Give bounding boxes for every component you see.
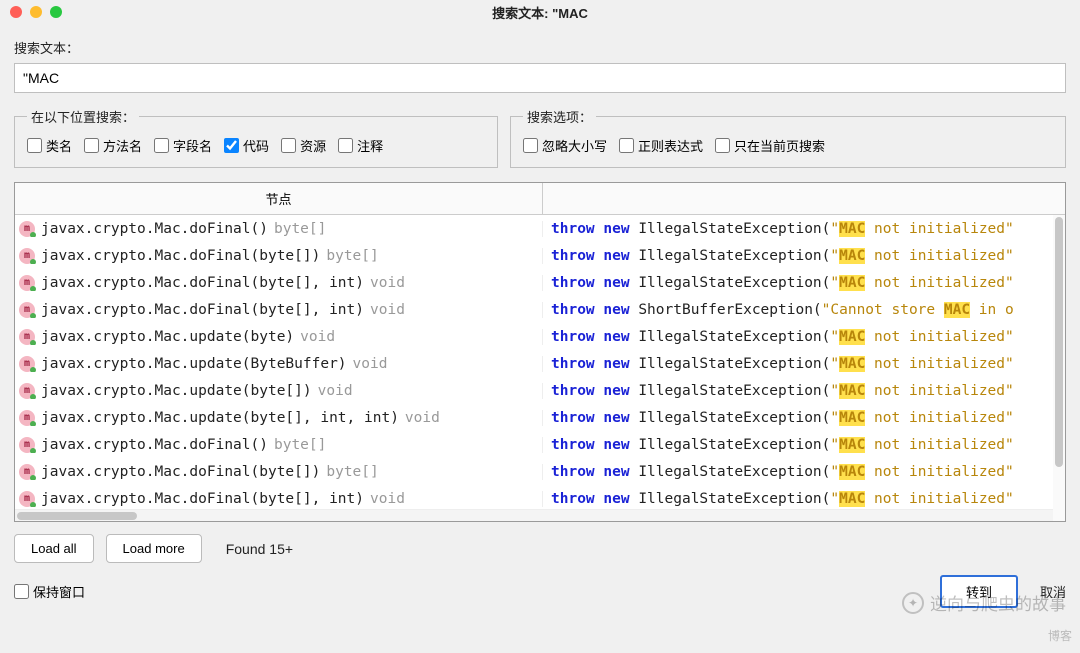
method-icon: m (19, 356, 35, 372)
method-icon: m (19, 383, 35, 399)
scope-checkbox[interactable]: 资源 (281, 136, 326, 155)
goto-button[interactable]: 转到 (940, 575, 1018, 608)
table-row[interactable]: m javax.crypto.Mac.doFinal() byte[] throw … (15, 431, 1065, 458)
code-snippet: throw new IllegalStateException("MAC not… (543, 248, 1065, 264)
method-icon: m (19, 410, 35, 426)
scope-checkbox[interactable]: 字段名 (154, 136, 212, 155)
horizontal-scrollbar[interactable] (15, 509, 1053, 521)
scope-legend: 在以下位置搜索： (27, 107, 139, 126)
return-type: byte[] (326, 248, 378, 264)
scope-checkbox[interactable]: 注释 (338, 136, 383, 155)
titlebar: 搜索文本: "MAC (0, 0, 1080, 24)
code-snippet: throw new IllegalStateException("MAC not… (543, 383, 1065, 399)
return-type: void (370, 491, 405, 507)
option-checkbox[interactable]: 只在当前页搜索 (715, 136, 825, 155)
method-signature: javax.crypto.Mac.doFinal(byte[], int) (41, 491, 364, 507)
return-type: void (370, 302, 405, 318)
method-icon: m (19, 248, 35, 264)
table-row[interactable]: m javax.crypto.Mac.update(byte[]) void thr… (15, 377, 1065, 404)
method-signature: javax.crypto.Mac.update(byte) (41, 329, 294, 345)
scope-checkbox[interactable]: 类名 (27, 136, 72, 155)
table-row[interactable]: m javax.crypto.Mac.doFinal(byte[], int) v… (15, 485, 1065, 512)
code-snippet: throw new IllegalStateException("MAC not… (543, 464, 1065, 480)
table-row[interactable]: m javax.crypto.Mac.update(byte[], int, in… (15, 404, 1065, 431)
method-signature: javax.crypto.Mac.doFinal(byte[]) (41, 464, 320, 480)
table-row[interactable]: m javax.crypto.Mac.update(ByteBuffer) voi… (15, 350, 1065, 377)
table-row[interactable]: m javax.crypto.Mac.doFinal(byte[]) byte[]… (15, 458, 1065, 485)
code-snippet: throw new IllegalStateException("MAC not… (543, 356, 1065, 372)
code-snippet: throw new IllegalStateException("MAC not… (543, 437, 1065, 453)
column-header-code[interactable] (543, 183, 1065, 214)
window-controls (10, 6, 62, 18)
return-type: void (370, 275, 405, 291)
code-snippet: throw new ShortBufferException("Cannot s… (543, 302, 1065, 318)
scope-checkbox[interactable]: 方法名 (84, 136, 142, 155)
code-snippet: throw new IllegalStateException("MAC not… (543, 410, 1065, 426)
method-signature: javax.crypto.Mac.doFinal() (41, 437, 268, 453)
code-snippet: throw new IllegalStateException("MAC not… (543, 329, 1065, 345)
maximize-icon[interactable] (50, 6, 62, 18)
search-text-label: 搜索文本： (14, 38, 1066, 57)
option-checkbox[interactable]: 正则表达式 (619, 136, 703, 155)
method-icon: m (19, 464, 35, 480)
return-type: void (318, 383, 353, 399)
table-row[interactable]: m javax.crypto.Mac.doFinal() byte[] throw … (15, 215, 1065, 242)
return-type: byte[] (326, 464, 378, 480)
method-icon: m (19, 491, 35, 507)
results-footer: Load all Load more Found 15+ (0, 522, 1080, 575)
column-header-node[interactable]: 节点 (15, 183, 543, 214)
table-row[interactable]: m javax.crypto.Mac.doFinal(byte[], int) v… (15, 269, 1065, 296)
scope-checkbox[interactable]: 代码 (224, 136, 269, 155)
code-snippet: throw new IllegalStateException("MAC not… (543, 275, 1065, 291)
method-signature: javax.crypto.Mac.doFinal(byte[], int) (41, 302, 364, 318)
window-title: 搜索文本: "MAC (8, 3, 1072, 22)
method-signature: javax.crypto.Mac.update(byte[]) (41, 383, 312, 399)
method-icon: m (19, 329, 35, 345)
method-icon: m (19, 221, 35, 237)
load-more-button[interactable]: Load more (106, 534, 202, 563)
vertical-scrollbar[interactable] (1053, 215, 1065, 521)
code-snippet: throw new IllegalStateException("MAC not… (543, 491, 1065, 507)
table-row[interactable]: m javax.crypto.Mac.update(byte) void throw… (15, 323, 1065, 350)
option-checkbox[interactable]: 忽略大小写 (523, 136, 607, 155)
method-signature: javax.crypto.Mac.update(byte[], int, int… (41, 410, 399, 426)
search-input[interactable] (14, 63, 1066, 93)
return-type: byte[] (274, 437, 326, 453)
blog-watermark: 博客 (1048, 627, 1072, 644)
method-icon: m (19, 275, 35, 291)
table-row[interactable]: m javax.crypto.Mac.doFinal(byte[]) byte[]… (15, 242, 1065, 269)
method-signature: javax.crypto.Mac.update(ByteBuffer) (41, 356, 347, 372)
cancel-button[interactable]: 取消 (1040, 582, 1066, 601)
table-row[interactable]: m javax.crypto.Mac.doFinal(byte[], int) v… (15, 296, 1065, 323)
method-icon: m (19, 302, 35, 318)
keep-window-checkbox[interactable]: 保持窗口 (14, 582, 85, 601)
results-table: 节点 m javax.crypto.Mac.doFinal() byte[] thr… (14, 182, 1066, 522)
search-scope-group: 在以下位置搜索： 类名方法名字段名代码资源注释 (14, 107, 498, 168)
return-type: void (300, 329, 335, 345)
results-header: 节点 (15, 183, 1065, 215)
return-type: void (405, 410, 440, 426)
return-type: void (353, 356, 388, 372)
search-options-group: 搜索选项： 忽略大小写正则表达式只在当前页搜索 (510, 107, 1066, 168)
method-signature: javax.crypto.Mac.doFinal(byte[], int) (41, 275, 364, 291)
minimize-icon[interactable] (30, 6, 42, 18)
close-icon[interactable] (10, 6, 22, 18)
load-all-button[interactable]: Load all (14, 534, 94, 563)
method-signature: javax.crypto.Mac.doFinal(byte[]) (41, 248, 320, 264)
found-count-label: Found 15+ (226, 541, 293, 557)
options-legend: 搜索选项： (523, 107, 596, 126)
method-icon: m (19, 437, 35, 453)
code-snippet: throw new IllegalStateException("MAC not… (543, 221, 1065, 237)
keep-window-label: 保持窗口 (33, 582, 85, 601)
return-type: byte[] (274, 221, 326, 237)
method-signature: javax.crypto.Mac.doFinal() (41, 221, 268, 237)
